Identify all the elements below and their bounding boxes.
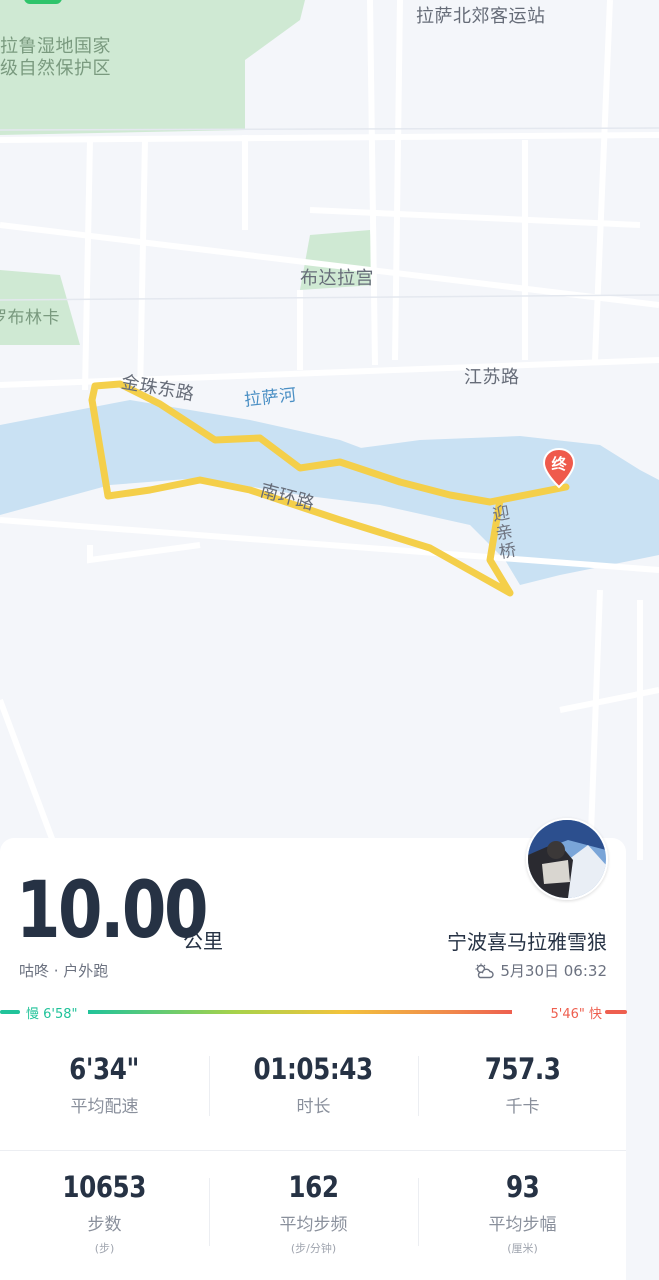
stat-calories: 757.3 千卡 bbox=[418, 1052, 627, 1117]
stat-value: 93 bbox=[505, 1170, 540, 1204]
map-label-potala-palace: 布达拉宫 bbox=[300, 268, 374, 289]
stat-unit: (步) bbox=[94, 1242, 115, 1255]
partly-cloudy-icon bbox=[475, 963, 494, 978]
stat-duration: 01:05:43 时长 bbox=[209, 1052, 418, 1117]
stat-label: 千卡 bbox=[505, 1097, 540, 1117]
stat-stride: 93 平均步幅 (厘米) bbox=[418, 1170, 627, 1256]
divider bbox=[209, 1056, 210, 1116]
stat-label: 步数 bbox=[87, 1215, 122, 1235]
stat-cadence: 162 平均步频 (步/分钟) bbox=[209, 1170, 418, 1256]
map-label-bus-station: 拉萨北郊客运站 bbox=[416, 6, 546, 27]
stat-avg-pace: 6'34" 平均配速 bbox=[0, 1052, 209, 1117]
map-label-wetland: 拉鲁湿地国家 级自然保护区 bbox=[0, 36, 111, 79]
avatar-photo-icon bbox=[528, 820, 606, 898]
pace-gradient-bar: 慢 6'58" 5'46" 快 bbox=[0, 1001, 627, 1023]
pace-fast-label: 5'46" 快 bbox=[550, 1007, 603, 1022]
stat-steps: 10653 步数 (步) bbox=[0, 1170, 209, 1256]
stat-value: 757.3 bbox=[484, 1052, 561, 1086]
stat-value: 162 bbox=[288, 1170, 339, 1204]
divider bbox=[0, 1150, 626, 1151]
stat-label: 平均步频 bbox=[279, 1215, 348, 1235]
distance-value: 10.00 bbox=[16, 866, 208, 956]
map-label-norbulingka: 罗布林卡 bbox=[0, 308, 60, 328]
app-badge bbox=[24, 0, 62, 4]
stat-unit: (厘米) bbox=[507, 1242, 538, 1255]
divider bbox=[209, 1178, 210, 1246]
activity-datetime: 5月30日 06:32 bbox=[474, 960, 607, 981]
stat-label: 平均配速 bbox=[70, 1097, 139, 1117]
user-avatar[interactable] bbox=[526, 818, 608, 900]
pace-slow-label: 慢 6'58" bbox=[26, 1007, 78, 1022]
divider bbox=[418, 1178, 419, 1246]
stat-label: 时长 bbox=[296, 1097, 331, 1117]
datetime-text: 5月30日 06:32 bbox=[500, 962, 607, 980]
end-marker-label: 终 bbox=[551, 455, 567, 473]
end-marker[interactable]: 终 bbox=[542, 447, 576, 493]
divider bbox=[418, 1056, 419, 1116]
route-map[interactable]: 拉鲁湿地国家 级自然保护区 拉萨北郊客运站 布达拉宫 罗布林卡 金珠东路 拉萨河… bbox=[0, 0, 659, 862]
stat-unit: (步/分钟) bbox=[290, 1242, 337, 1255]
map-label-jiangsu-road: 江苏路 bbox=[464, 367, 520, 388]
map-canvas bbox=[0, 0, 659, 862]
stat-value: 01:05:43 bbox=[253, 1052, 374, 1086]
activity-source: 咕咚 · 户外跑 bbox=[19, 962, 109, 980]
stat-value: 6'34" bbox=[69, 1052, 140, 1086]
stat-label: 平均步幅 bbox=[488, 1215, 557, 1235]
distance-unit: 公里 bbox=[183, 929, 223, 953]
stat-value: 10653 bbox=[62, 1170, 147, 1204]
username[interactable]: 宁波喜马拉雅雪狼 bbox=[447, 926, 607, 955]
